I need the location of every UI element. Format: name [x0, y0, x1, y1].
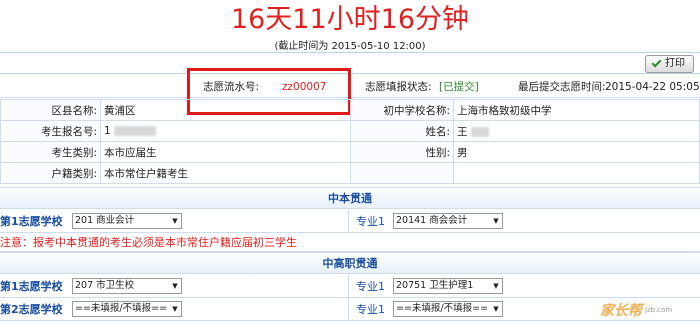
section-zhongben-title: 中本贯通 — [0, 187, 700, 209]
gender-label: 性别: — [350, 141, 454, 163]
zhongben-major-value: 20141 商会会计 — [396, 215, 468, 226]
dropdown-arrow-icon: ▼ — [493, 217, 499, 225]
zhongben-school-select[interactable]: 201 商业会计 ▼ — [72, 213, 182, 229]
district-value: 黄浦区 — [100, 99, 351, 121]
district-label: 区县名称: — [0, 99, 101, 121]
last-submit-label: 最后提交志愿时间: — [518, 81, 606, 93]
zhonggao-major-select-1[interactable]: 20751 卫生护理1 ▼ — [393, 278, 503, 294]
hukou-value: 本市常住户籍考生 — [100, 162, 351, 184]
divider — [348, 275, 349, 298]
zhonggao-choice-row-2: 第2志愿学校 ==未填报/不填报== ▼ 专业1 ==未填报/不填报== ▼ — [0, 298, 700, 321]
empty-cell — [350, 162, 454, 184]
category-value: 本市应届生 — [100, 141, 351, 163]
zhonggao-school-label-1: 第1志愿学校 — [0, 280, 63, 293]
middle-school-value: 上海市格致初级中学 — [453, 99, 700, 121]
last-submit-value: 2015-04-22 05:05:44 — [605, 81, 700, 93]
watermark-site: jzb.com — [645, 306, 673, 314]
exam-no-value: 1 — [104, 125, 111, 137]
redaction-blur — [470, 126, 489, 137]
exam-no-cell: 1 — [100, 120, 351, 142]
name-label: 姓名: — [350, 120, 454, 142]
zhonggao-major-label-2: 专业1 — [356, 303, 385, 316]
zhonggao-major-value-1: 20751 卫生护理1 — [396, 280, 474, 291]
print-button-label: 打印 — [665, 58, 685, 69]
dropdown-arrow-icon: ▼ — [172, 305, 178, 313]
deadline-text: (截止时间为 2015-05-10 12:00) — [274, 41, 426, 52]
exam-no-label: 考生报名号: — [0, 120, 101, 142]
dropdown-arrow-icon: ▼ — [493, 305, 499, 313]
hukou-label: 户籍类别: — [0, 162, 101, 184]
redaction-blur — [114, 126, 157, 136]
zhongben-school-value: 201 商业会计 — [75, 215, 135, 226]
fill-status-value: [已提交] — [439, 81, 479, 93]
dropdown-arrow-icon: ▼ — [172, 217, 178, 225]
category-label: 考生类别: — [0, 141, 101, 163]
zhongben-major-label: 专业1 — [356, 215, 385, 228]
dropdown-arrow-icon: ▼ — [172, 282, 178, 290]
student-info-table: 区县名称: 黄浦区 初中学校名称: 上海市格致初级中学 考生报名号: 1 姓名:… — [0, 99, 700, 184]
dropdown-arrow-icon: ▼ — [493, 282, 499, 290]
countdown-timer: 16天11小时16分钟 — [230, 4, 470, 35]
divider — [348, 298, 349, 321]
name-value: 王 — [457, 125, 468, 138]
zhonggao-choice-row-1: 第1志愿学校 207 市卫生校 ▼ 专业1 20751 卫生护理1 ▼ — [0, 275, 700, 298]
gender-value: 男 — [453, 141, 700, 163]
zhonggao-major-select-2[interactable]: ==未填报/不填报== ▼ — [393, 301, 503, 317]
zhonggao-school-select-2[interactable]: ==未填报/不填报== ▼ — [72, 301, 182, 317]
zhonggao-school-value-1: 207 市卫生校 — [75, 280, 135, 291]
zhonggao-school-value-2: ==未填报/不填报== — [75, 303, 168, 314]
section-zhonggao-title: 中高职贯通 — [0, 252, 700, 274]
zhonggao-major-label-1: 专业1 — [356, 280, 385, 293]
zhonggao-major-value-2: ==未填报/不填报== — [396, 303, 489, 314]
watermark-brand: 家长帮 — [600, 303, 642, 319]
middle-school-label: 初中学校名称: — [350, 99, 454, 121]
zhongben-school-label: 第1志愿学校 — [0, 215, 63, 228]
zhongben-major-select[interactable]: 20141 商会会计 ▼ — [393, 213, 503, 229]
watermark-logo: 家长帮 jzb.com — [600, 300, 696, 320]
check-icon — [651, 57, 662, 68]
fill-status-label: 志愿填报状态: — [365, 81, 432, 93]
zhongben-choice-row: 第1志愿学校 201 商业会计 ▼ 专业1 20141 商会会计 ▼ — [0, 210, 700, 233]
notice-text: 注意：报考中本贯通的考生必须是本市常住户籍应届初三学生 — [0, 233, 700, 252]
print-button[interactable]: 打印 — [645, 55, 694, 73]
divider — [348, 210, 349, 233]
zhonggao-school-select-1[interactable]: 207 市卫生校 ▼ — [72, 278, 182, 294]
name-cell: 王 — [453, 120, 700, 142]
empty-cell — [453, 162, 700, 184]
zhonggao-school-label-2: 第2志愿学校 — [0, 303, 63, 316]
